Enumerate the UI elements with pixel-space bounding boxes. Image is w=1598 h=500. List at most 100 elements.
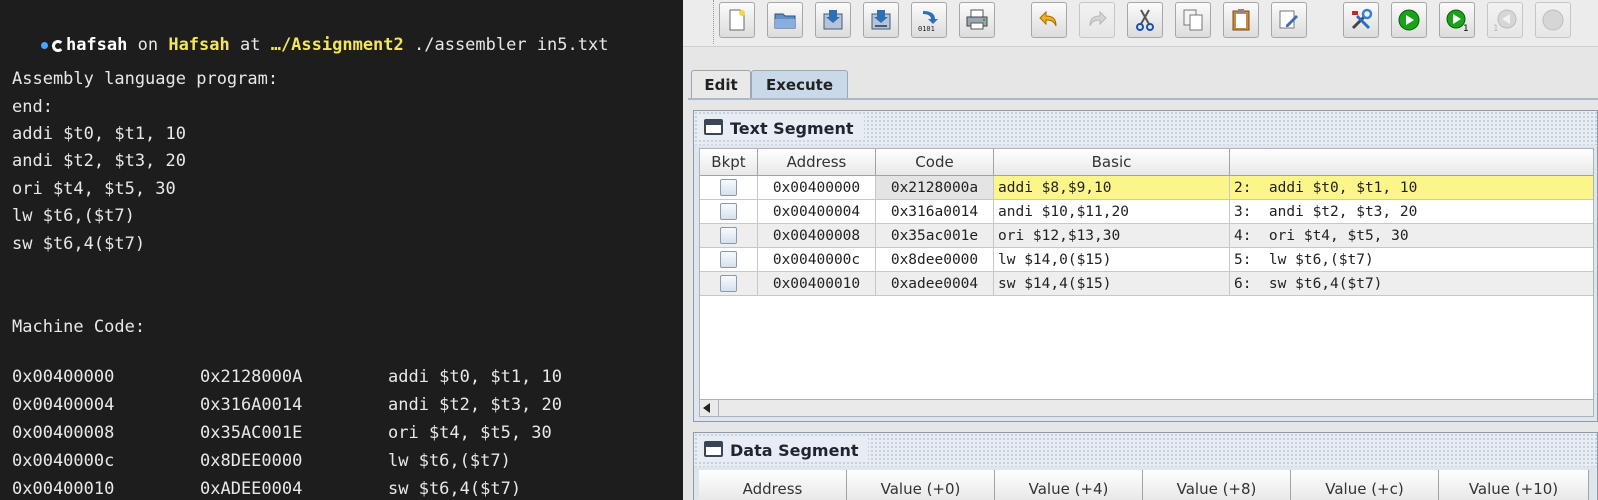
column-header-bkpt[interactable]: Bkpt (700, 149, 758, 176)
program-line: end: (12, 97, 53, 117)
save-button[interactable] (815, 2, 851, 38)
address-cell: 0x00400000 (758, 176, 876, 200)
assemble-tools-icon (1351, 8, 1373, 30)
machine-code: 0x8DEE0000 (200, 451, 303, 471)
scroll-left-button[interactable] (700, 400, 719, 416)
undo-icon (1039, 10, 1057, 27)
text-segment-title-box: Text Segment (698, 116, 864, 140)
save-icon (823, 10, 843, 30)
program-line: addi $t0, $t1, 10 (12, 124, 186, 144)
redo-button[interactable] (1079, 2, 1115, 38)
mars-ide-window: 0101 1 1 Edit Execute Text Segment Bkpt … (683, 0, 1598, 500)
basic-cell: lw $14,0($15) (994, 248, 1230, 272)
svg-text:0101: 0101 (918, 25, 935, 32)
breakpoint-cell (700, 224, 758, 248)
code-cell: 0xadee0004 (876, 272, 994, 296)
breakpoint-checkbox[interactable] (720, 179, 737, 196)
cut-button[interactable] (1127, 2, 1163, 38)
scissors-icon (1136, 9, 1154, 31)
svg-text:1: 1 (1463, 24, 1469, 32)
source-cell: 3: andi $t2, $t3, 20 (1230, 200, 1593, 224)
find-replace-button[interactable] (1271, 2, 1307, 38)
window-icon (704, 441, 723, 457)
text-segment-title: Text Segment (730, 118, 854, 138)
tab-execute[interactable]: Execute (751, 70, 848, 98)
open-folder-icon (774, 13, 796, 29)
find-replace-icon (1279, 10, 1298, 29)
breakpoint-cell (700, 272, 758, 296)
tab-edit[interactable]: Edit (691, 70, 751, 98)
breakpoint-checkbox[interactable] (720, 203, 737, 220)
horizontal-scrollbar[interactable] (699, 399, 1594, 417)
dump-memory-icon: 0101 (918, 11, 938, 32)
address-cell: 0x0040000c (758, 248, 876, 272)
address-cell: 0x00400008 (758, 224, 876, 248)
scroll-left-arrow-icon (703, 403, 710, 413)
code-cell: 0x35ac001e (876, 224, 994, 248)
text-segment-titlebar[interactable]: Text Segment (694, 111, 1597, 145)
paste-button[interactable] (1223, 2, 1259, 38)
program-line: lw $t6,($t7) (12, 206, 135, 226)
prompt-at: at (229, 35, 271, 55)
basic-cell: sw $14,4($15) (994, 272, 1230, 296)
text-segment-panel: Text Segment Bkpt Address Code Basic 0x0… (693, 110, 1598, 422)
new-file-button[interactable] (719, 2, 755, 38)
pause-icon (1542, 9, 1564, 31)
prompt-user: hafsah (65, 35, 128, 55)
data-column-value-4[interactable]: Value (+4) (995, 470, 1143, 500)
clipboard-icon (1232, 9, 1250, 31)
data-column-address[interactable]: Address (699, 470, 847, 500)
column-header-code[interactable]: Code (876, 149, 994, 176)
data-column-value-c[interactable]: Value (+c) (1291, 470, 1439, 500)
data-column-value-8[interactable]: Value (+8) (1143, 470, 1291, 500)
address-cell: 0x00400004 (758, 200, 876, 224)
run-play-icon (1398, 9, 1420, 31)
breakpoint-checkbox[interactable] (720, 275, 737, 292)
breakpoint-checkbox[interactable] (720, 251, 737, 268)
prompt-indicator-icon (40, 41, 48, 49)
printer-icon (966, 9, 988, 30)
machine-instr: sw $t6,4($t7) (388, 479, 522, 499)
machine-address: 0x00400010 (12, 479, 115, 499)
machine-code: 0x316A0014 (200, 395, 303, 415)
program-line: sw $t6,4($t7) (12, 234, 146, 254)
source-cell: 6: sw $t6,4($t7) (1230, 272, 1593, 296)
breakpoint-cell (700, 176, 758, 200)
data-column-value-10[interactable]: Value (+10) (1439, 470, 1589, 500)
new-file-icon (729, 9, 745, 31)
breakpoint-checkbox[interactable] (720, 227, 737, 244)
terminal-window[interactable]: hafsah on Hafsah at …/Assignment2 ./asse… (0, 0, 683, 500)
pause-button[interactable] (1535, 2, 1571, 38)
breakpoint-cell (700, 200, 758, 224)
machine-heading: Machine Code: (12, 317, 146, 337)
undo-button[interactable] (1031, 2, 1067, 38)
print-button[interactable] (959, 2, 995, 38)
data-segment-titlebar[interactable]: Data Segment (694, 433, 1597, 467)
source-cell: 5: lw $t6,($t7) (1230, 248, 1593, 272)
run-button[interactable] (1391, 2, 1427, 38)
machine-instr: addi $t0, $t1, 10 (388, 367, 562, 387)
copy-button[interactable] (1175, 2, 1211, 38)
data-column-value-0[interactable]: Value (+0) (847, 470, 995, 500)
data-segment-title: Data Segment (730, 440, 859, 460)
machine-instr: andi $t2, $t3, 20 (388, 395, 562, 415)
step-button[interactable]: 1 (1439, 2, 1475, 38)
save-as-button[interactable] (863, 2, 899, 38)
prompt-command: ./assembler in5.txt (403, 35, 609, 55)
program-line: ori $t4, $t5, 30 (12, 179, 176, 199)
code-cell: 0x8dee0000 (876, 248, 994, 272)
step-icon: 1 (1446, 9, 1469, 32)
column-header-address[interactable]: Address (758, 149, 876, 176)
basic-cell: addi $8,$9,10 (994, 176, 1230, 200)
basic-cell: ori $12,$13,30 (994, 224, 1230, 248)
column-header-basic[interactable]: Basic (994, 149, 1230, 176)
dump-memory-button[interactable]: 0101 (911, 2, 947, 38)
assemble-button[interactable] (1343, 2, 1379, 38)
open-button[interactable] (767, 2, 803, 38)
backstep-button[interactable]: 1 (1487, 2, 1523, 38)
toolbar-grip (713, 0, 715, 44)
prompt-path: …/Assignment2 (270, 35, 404, 55)
column-header-source[interactable] (1230, 149, 1593, 176)
redo-icon (1089, 10, 1107, 27)
save-as-icon (871, 10, 891, 30)
